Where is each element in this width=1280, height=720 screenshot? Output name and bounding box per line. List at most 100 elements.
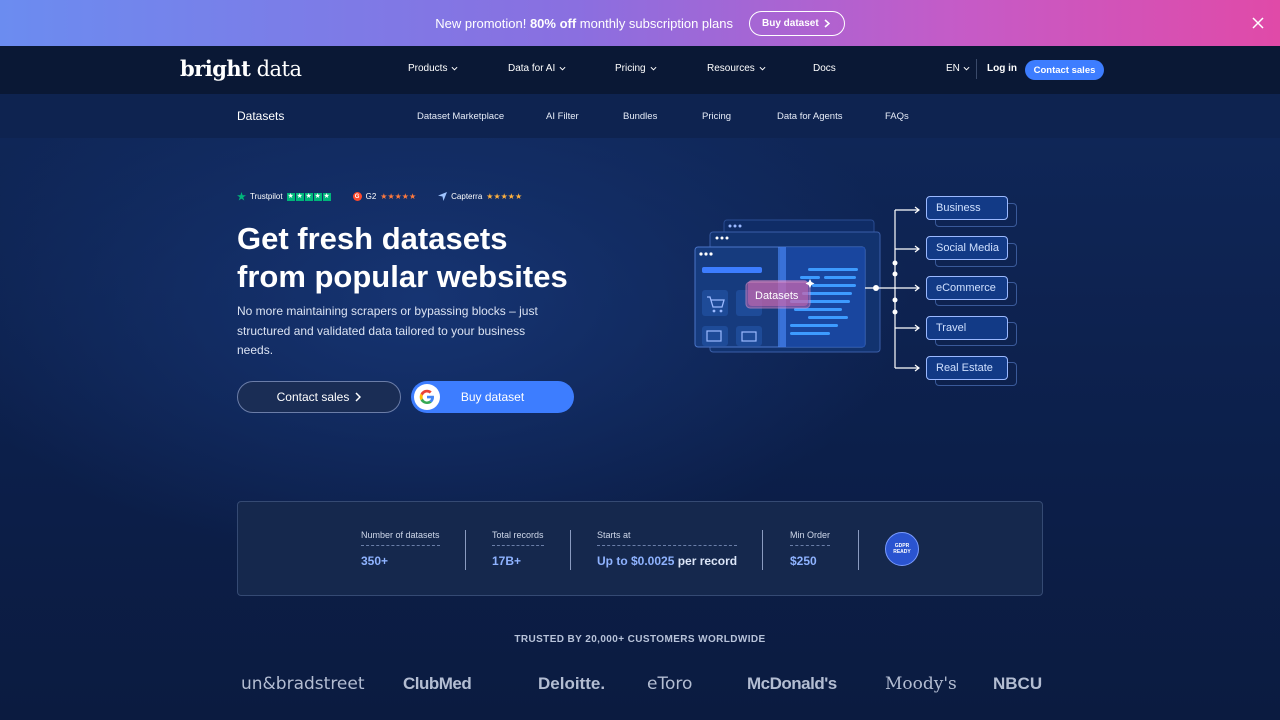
contact-sales-label: Contact sales: [276, 390, 350, 404]
nav-resources[interactable]: Resources: [707, 63, 766, 74]
chevron-down-icon: [963, 66, 970, 71]
main-header: bright data Products Data for AI Pricing…: [0, 46, 1280, 94]
hero-title-line-2: from popular websites: [237, 259, 568, 294]
google-icon: [414, 384, 440, 410]
category-real-estate[interactable]: Real Estate: [926, 356, 1008, 380]
datasets-subnav: Datasets Dataset Marketplace AI Filter B…: [0, 94, 1280, 138]
stat-value: 350+: [361, 554, 389, 568]
stat-label: Number of datasets: [361, 530, 440, 546]
trusted-by-heading: TRUSTED BY 20,000+ CUSTOMERS WORLDWIDE: [514, 634, 766, 645]
capterra-stars: ★★★★★: [486, 192, 523, 201]
stat-value: 17B+: [492, 554, 522, 568]
promo-text-after: monthly subscription plans: [576, 15, 733, 31]
promo-buy-dataset-button[interactable]: Buy dataset: [749, 10, 845, 36]
category-social-media[interactable]: Social Media: [926, 236, 1008, 260]
nav-docs-label: Docs: [813, 63, 836, 74]
stat-divider: [570, 530, 571, 570]
datasets-illustration: Datasets Business Social Media eCommerce…: [690, 190, 1030, 390]
subnav-bundles[interactable]: Bundles: [623, 111, 657, 122]
subnav-ai-filter[interactable]: AI Filter: [546, 111, 579, 122]
hero-section: [0, 138, 1280, 720]
subnav-pricing[interactable]: Pricing: [702, 111, 731, 122]
stat-label: Total records: [492, 530, 544, 546]
star-icon: ★: [322, 192, 331, 201]
gdpr-badge-text: GDPR READY: [893, 543, 911, 555]
promo-button-label: Buy dataset: [762, 17, 819, 29]
subnav-data-for-agents[interactable]: Data for Agents: [777, 111, 842, 122]
promo-banner: New promotion! 80% off monthly subscript…: [0, 0, 1280, 46]
category-ecommerce[interactable]: eCommerce: [926, 276, 1008, 300]
stat-number-of-datasets: Number of datasets 350+: [361, 530, 440, 568]
logo-etoro: eToro: [647, 674, 693, 694]
capterra-label: Capterra: [451, 192, 483, 201]
stat-divider: [858, 530, 859, 570]
promo-text-bold: 80% off: [529, 15, 577, 31]
hero-title: Get fresh datasets from popular websites: [237, 220, 617, 296]
promo-text-before: New promotion!: [435, 15, 530, 31]
chevron-down-icon: [451, 66, 458, 71]
subnav-faqs[interactable]: FAQs: [885, 111, 909, 122]
stat-total-records: Total records 17B+: [492, 530, 544, 568]
g2-logo-icon: G: [352, 192, 362, 201]
g2-rating[interactable]: G G2 ★★★★★: [352, 192, 417, 201]
stat-label: Starts at: [597, 530, 737, 546]
logo-dun-bradstreet: un&bradstreet: [241, 674, 365, 694]
star-icon: ★: [304, 192, 313, 201]
chevron-right-icon: [824, 18, 830, 28]
g2-label: G2: [365, 192, 377, 201]
nav-pricing[interactable]: Pricing: [615, 63, 657, 74]
logo-nbcu: NBCU: [993, 674, 1043, 693]
hero-title-line-1: Get fresh datasets: [237, 221, 508, 256]
dataset-stats-panel: Number of datasets 350+ Total records 17…: [237, 501, 1043, 596]
datasets-label: Datasets: [755, 290, 799, 302]
nav-pricing-label: Pricing: [615, 63, 646, 74]
buy-dataset-label: Buy dataset: [460, 390, 525, 404]
stat-divider: [762, 530, 763, 570]
promo-text: New promotion! 80% off monthly subscript…: [435, 16, 733, 31]
trustpilot-stars: ★ ★ ★ ★ ★: [286, 192, 331, 201]
category-business[interactable]: Business: [926, 196, 1008, 220]
chevron-down-icon: [759, 66, 766, 71]
subnav-title[interactable]: Datasets: [237, 109, 284, 123]
nav-data-for-ai[interactable]: Data for AI: [508, 63, 566, 74]
language-label: EN: [946, 63, 960, 74]
hero-subtitle: No more maintaining scrapers or bypassin…: [237, 304, 538, 357]
nav-docs[interactable]: Docs: [813, 63, 836, 74]
login-link[interactable]: Log in: [987, 63, 1017, 74]
g2-stars: ★★★★★: [380, 192, 417, 201]
stat-value: $250: [790, 554, 817, 568]
stat-min-order: Min Order $250: [790, 530, 831, 568]
capterra-logo-icon: [438, 192, 448, 201]
close-icon[interactable]: [1248, 13, 1268, 33]
star-icon: ★: [286, 192, 295, 201]
trustpilot-label: Trustpilot: [250, 192, 283, 201]
buy-dataset-button[interactable]: Buy dataset: [411, 381, 574, 413]
logo-moodys: Moody's: [885, 674, 957, 694]
stat-value: Up to $0.0025 per record: [597, 554, 737, 568]
contact-sales-button[interactable]: Contact sales: [237, 381, 401, 413]
logo-deloitte: Deloitte.: [538, 674, 606, 693]
nav-data-for-ai-label: Data for AI: [508, 63, 556, 74]
nav-products-label: Products: [408, 63, 448, 74]
header-divider: [976, 59, 977, 79]
chevron-down-icon: [559, 66, 566, 71]
chevron-down-icon: [650, 66, 657, 71]
chevron-right-icon: [355, 392, 362, 402]
star-icon: ★: [313, 192, 322, 201]
contact-sales-header-button[interactable]: Contact sales: [1025, 60, 1104, 80]
customer-logos: un&bradstreet ClubMed Deloitte. eToro Mc…: [237, 670, 1043, 700]
nav-products[interactable]: Products: [408, 63, 458, 74]
stat-value-price: Up to $0.0025: [597, 554, 675, 568]
star-icon: ★: [295, 192, 304, 201]
capterra-rating[interactable]: Capterra ★★★★★: [438, 192, 522, 201]
subnav-dataset-marketplace[interactable]: Dataset Marketplace: [417, 111, 504, 122]
stat-starts-at: Starts at Up to $0.0025 per record: [597, 530, 737, 568]
trustpilot-rating[interactable]: Trustpilot ★ ★ ★ ★ ★: [237, 192, 331, 201]
stat-value-suffix: per record: [674, 554, 738, 568]
nav-resources-label: Resources: [707, 63, 755, 74]
logo-club-med: ClubMed: [403, 674, 472, 693]
language-selector[interactable]: EN: [946, 63, 970, 74]
category-travel[interactable]: Travel: [926, 316, 1008, 340]
gdpr-badge-icon: GDPR READY: [885, 532, 919, 566]
review-ratings: Trustpilot ★ ★ ★ ★ ★ G G2 ★★★★★ Capterra ★★★…: [237, 192, 522, 201]
